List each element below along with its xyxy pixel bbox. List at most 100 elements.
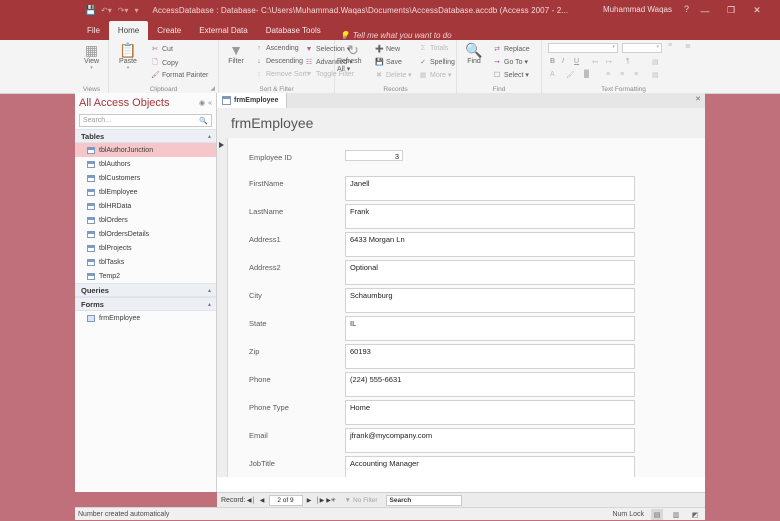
tab-create[interactable]: Create [148,21,190,40]
refresh-all-button[interactable]: ↻ Refresh All ▾ [337,43,369,73]
close-button[interactable]: ✕ [744,0,770,21]
more-button[interactable]: ▦ More ▾ [419,71,452,79]
nav-item-tblEmployee[interactable]: tblEmployee [75,185,216,199]
chevron-up-icon[interactable]: ▴ [208,133,211,140]
delete-record-button[interactable]: ✖ Delete ▾ [375,71,412,79]
field-input-address2[interactable]: Optional [345,260,635,285]
save-record-button[interactable]: 💾 Save [375,58,402,67]
chevron-down-icon[interactable]: ▾ [90,66,93,71]
italic-icon[interactable]: I [562,58,564,65]
nav-item-tblProjects[interactable]: tblProjects [75,241,216,255]
chevron-down-icon[interactable]: ▾ [612,44,615,50]
font-name-combo[interactable]: ▾ [548,43,618,53]
format-painter-button[interactable]: 🖌 Format Painter [151,71,208,80]
select-button[interactable]: ☐ Select ▾ [493,71,529,79]
layout-view-icon[interactable]: ▥ [670,509,682,520]
field-input-city[interactable]: Schaumburg [345,288,635,313]
search-icon[interactable]: 🔍 [199,117,208,125]
bold-icon[interactable]: B [550,58,555,65]
paste-button[interactable]: 📋 Paste ▾ [111,43,145,71]
previous-record-button[interactable]: ◀ [257,494,268,507]
bullets-icon[interactable]: ≡ [668,42,672,49]
restore-button[interactable]: ❐ [718,0,744,21]
numbering-icon[interactable]: ≣ [685,42,691,50]
align-left-icon[interactable]: ≡ [606,71,610,78]
ltr-text-icon[interactable]: ¶ [626,58,630,65]
tell-me-box[interactable]: 💡 Tell me what you want to do [340,31,452,40]
align-center-icon[interactable]: ≡ [620,71,624,78]
field-input-zip[interactable]: 60193 [345,344,635,369]
filter-button[interactable]: ▼ Filter [221,43,251,65]
goto-button[interactable]: ➞ Go To ▾ [493,58,528,66]
find-button[interactable]: 🔍 Find [459,43,489,65]
copy-button[interactable]: 🗋 Copy [151,58,178,69]
last-record-button[interactable]: │▶ [315,494,326,507]
fill-color-icon[interactable]: █ [584,71,589,78]
alternate-row-color-icon[interactable]: ▤ [652,71,659,79]
nav-item-tblCustomers[interactable]: tblCustomers [75,171,216,185]
increase-indent-icon[interactable]: ↦ [606,58,612,66]
chevron-down-icon[interactable]: ▾ [127,66,130,71]
customize-qat-icon[interactable]: ▾ [134,6,138,15]
tab-home[interactable]: Home [108,21,149,40]
chevron-up-icon[interactable]: ▴ [208,287,211,294]
underline-icon[interactable]: U [574,58,579,65]
new-record-button[interactable]: ▶✳ [326,494,337,507]
remove-sort-button[interactable]: ↕ Remove Sort [255,71,307,78]
font-color-icon[interactable]: A [550,71,555,78]
field-input-phone-type[interactable]: Home [345,400,635,425]
field-input-employee-id[interactable]: 3 [345,150,403,161]
sort-ascending-button[interactable]: ↑ Ascending [255,45,298,52]
nav-item-frmEmployee[interactable]: frmEmployee [75,311,216,325]
replace-button[interactable]: ⇄ Replace [493,45,530,54]
field-input-address1[interactable]: 6433 Morgan Ln [345,232,635,257]
nav-group-queries[interactable]: Queries ▴ [75,283,216,297]
nav-group-tables[interactable]: Tables ▴ [75,129,216,143]
tab-file[interactable]: File [78,21,109,40]
tab-external-data[interactable]: External Data [190,21,256,40]
field-input-firstname[interactable]: Janell [345,176,635,201]
new-record-button[interactable]: ➕ New [375,45,400,54]
account-name[interactable]: Muhammad Waqas [603,5,672,14]
nav-pane-title[interactable]: All Access Objects [79,97,169,109]
nav-item-tblAuthorJunction[interactable]: tblAuthorJunction [75,143,216,157]
decrease-indent-icon[interactable]: ↤ [592,58,598,66]
view-button[interactable]: ▦ View ▾ [75,43,108,71]
font-size-combo[interactable]: ▾ [622,43,662,53]
totals-button[interactable]: Σ Totals [419,45,448,52]
cut-button[interactable]: ✄ Cut [151,45,173,54]
record-search-input[interactable]: Search [385,495,462,506]
help-icon[interactable]: ? [684,4,689,14]
record-position-input[interactable]: 2 of 9 [268,495,303,506]
next-record-button[interactable]: ▶ [304,494,315,507]
chevron-down-icon[interactable]: ▾ [656,44,659,50]
collapse-pane-icon[interactable]: « [208,100,212,107]
undo-icon[interactable]: ↶▾ [101,6,112,15]
field-input-lastname[interactable]: Frank [345,204,635,229]
redo-icon[interactable]: ↷▾ [118,6,129,15]
filter-status[interactable]: ▼ No Filter [345,497,378,504]
design-view-icon[interactable]: ◩ [689,509,701,520]
gridlines-icon[interactable]: ▤ [652,58,659,66]
field-input-email[interactable]: jfrank@mycompany.com [345,428,635,453]
first-record-button[interactable]: ◀│ [246,494,257,507]
spelling-button[interactable]: ✓ Spelling [419,58,455,67]
field-input-jobtitle[interactable]: Accounting Manager [345,456,635,477]
tab-database-tools[interactable]: Database Tools [257,21,330,40]
nav-search-box[interactable]: Search... 🔍 [79,114,212,127]
nav-item-Temp2[interactable]: Temp2 [75,269,216,283]
align-right-icon[interactable]: ≡ [634,71,638,78]
minimize-button[interactable]: — [692,0,718,21]
nav-group-forms[interactable]: Forms ▴ [75,297,216,311]
field-input-state[interactable]: IL [345,316,635,341]
field-input-phone[interactable]: (224) 555-6631 [345,372,635,397]
highlight-color-icon[interactable]: 🖌 [566,71,575,79]
save-icon[interactable]: 💾 [84,5,98,16]
document-tab-frmEmployee[interactable]: frmEmployee [217,93,288,108]
nav-item-tblAuthors[interactable]: tblAuthors [75,157,216,171]
close-icon[interactable]: ✕ [695,95,701,103]
nav-item-tblOrders[interactable]: tblOrders [75,213,216,227]
nav-options-icon[interactable]: ◉ [199,99,205,107]
sort-descending-button[interactable]: ↓ Descending [255,58,303,65]
nav-item-tblOrdersDetails[interactable]: tblOrdersDetails [75,227,216,241]
